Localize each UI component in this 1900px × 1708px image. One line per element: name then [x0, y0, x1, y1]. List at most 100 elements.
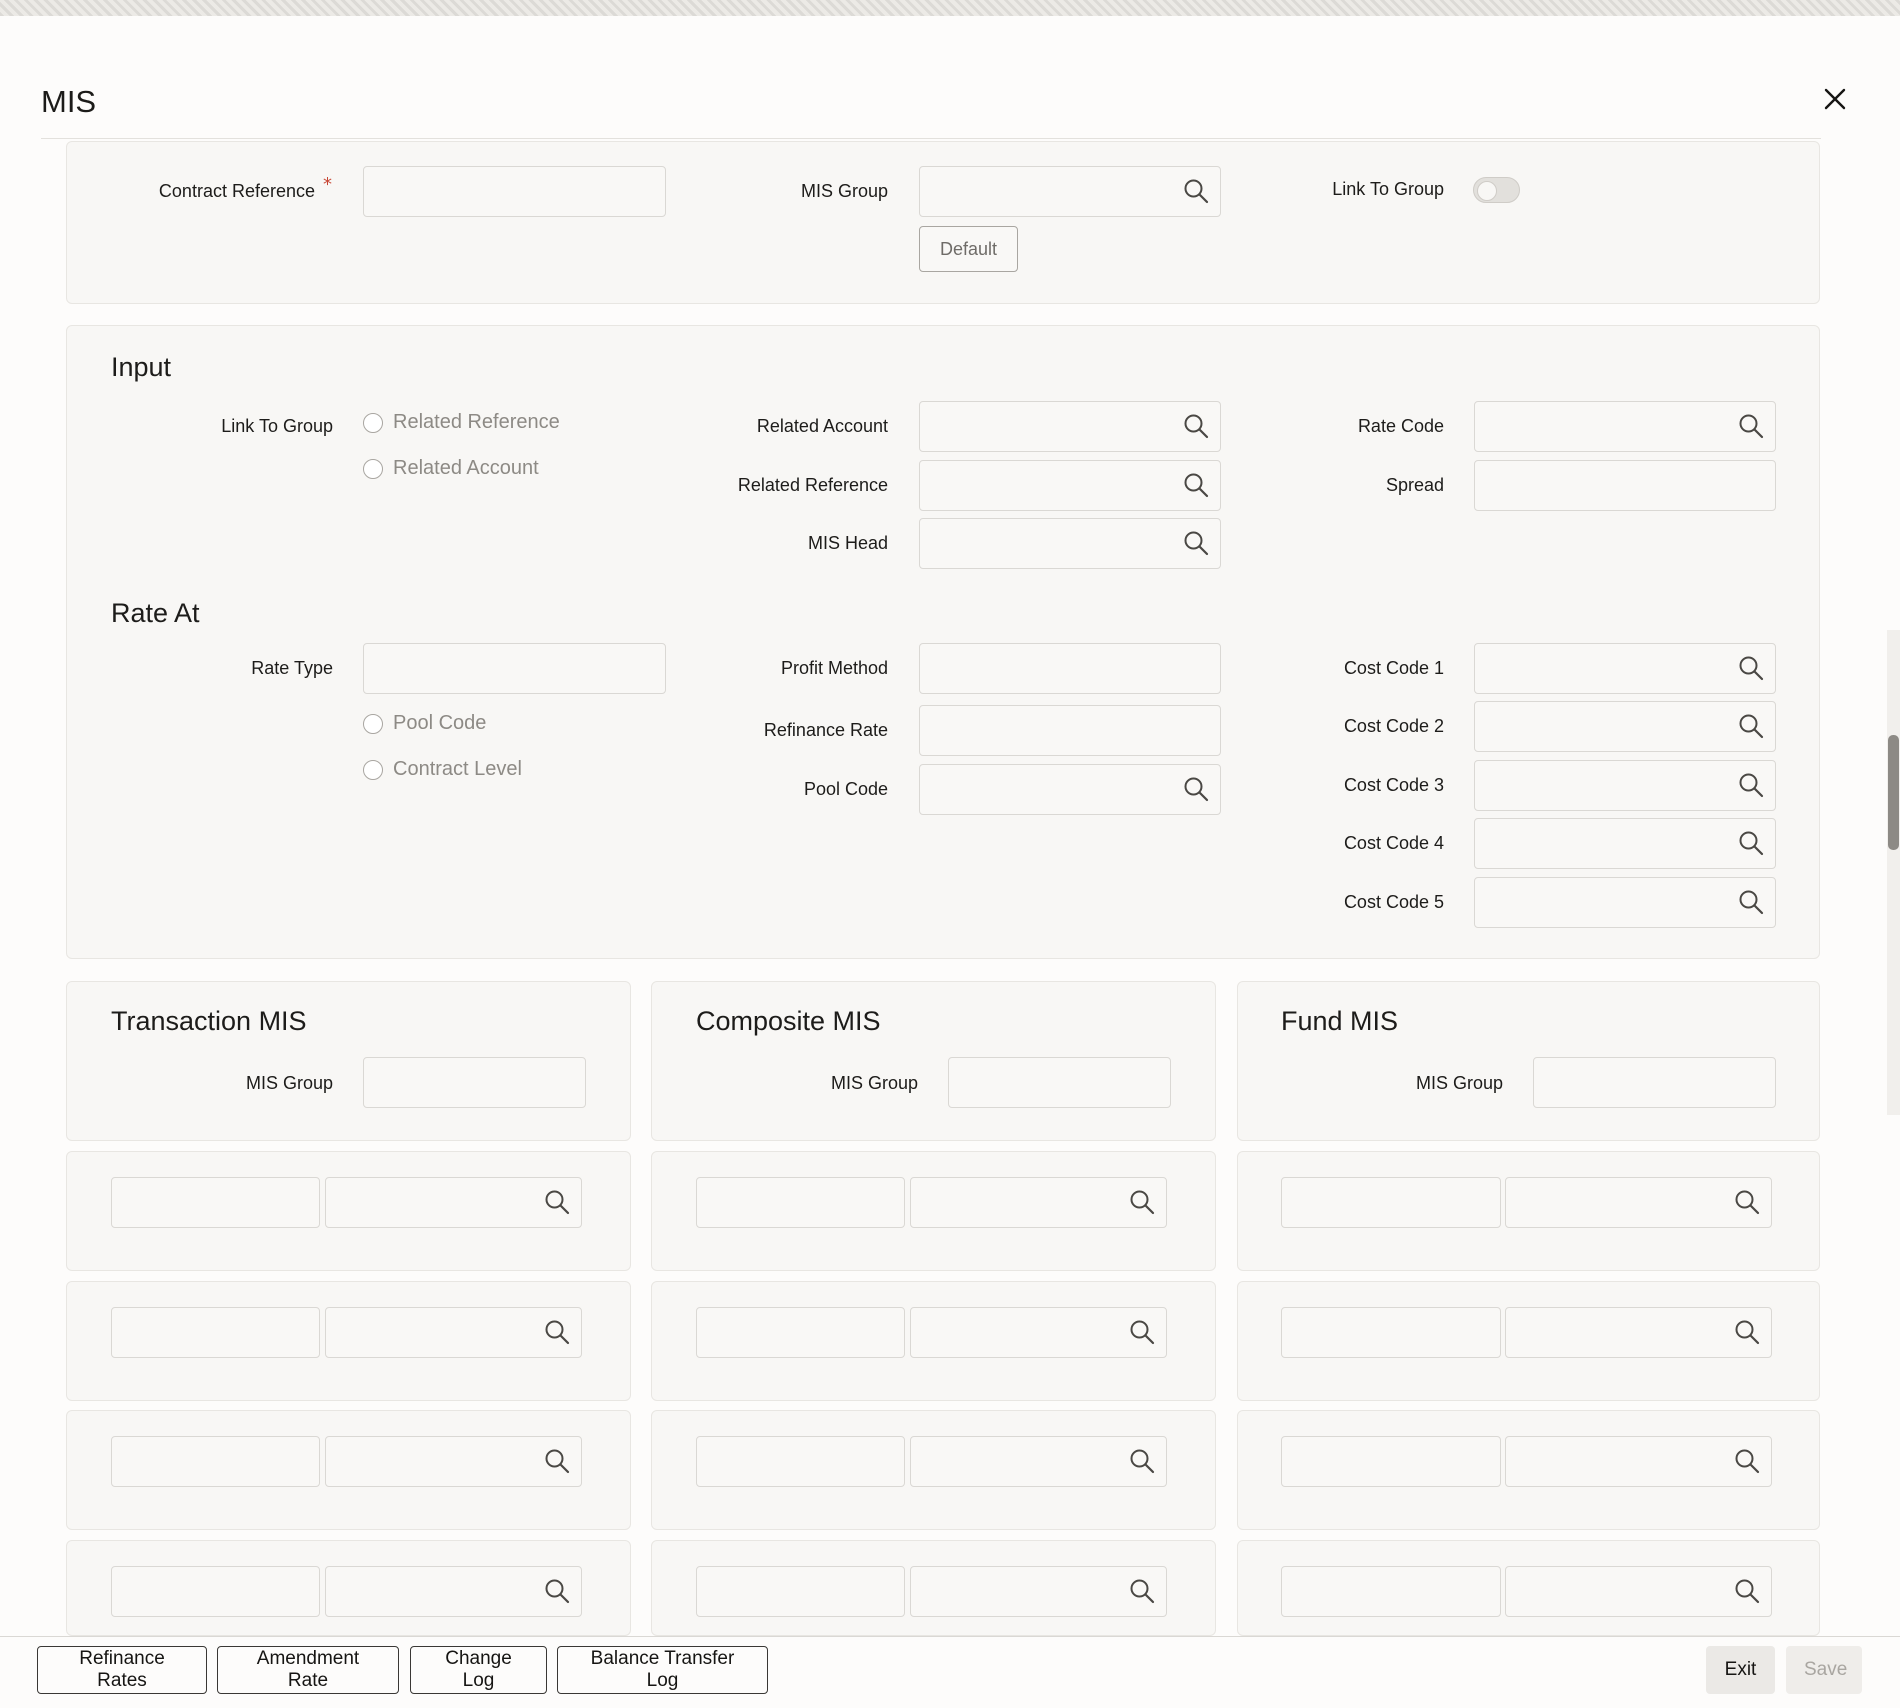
radio-pool-code[interactable]: Pool Code: [363, 712, 486, 735]
amendment-rate-button[interactable]: Amendment Rate: [217, 1646, 399, 1694]
mis-head-input[interactable]: [919, 518, 1221, 569]
mis-code-value-input[interactable]: [1505, 1307, 1772, 1358]
cost-code-2-label: Cost Code 2: [1343, 716, 1444, 736]
fund-mis-group-input[interactable]: [1533, 1057, 1776, 1108]
scrollbar-track[interactable]: [1887, 630, 1900, 1115]
required-marker: *: [323, 174, 332, 195]
cost-code-5-label: Cost Code 5: [1343, 892, 1444, 912]
cost-code-4-label: Cost Code 4: [1343, 833, 1444, 853]
default-button[interactable]: Default: [919, 226, 1018, 272]
contract-reference-label: Contract Reference: [158, 181, 315, 201]
search-icon[interactable]: [544, 1319, 570, 1345]
radio-label: Contract Level: [393, 758, 522, 780]
search-icon[interactable]: [1734, 1578, 1760, 1604]
search-icon[interactable]: [1129, 1448, 1155, 1474]
search-icon[interactable]: [1183, 530, 1209, 556]
search-icon[interactable]: [1183, 178, 1209, 204]
rate-code-label: Rate Code: [1357, 416, 1444, 436]
search-icon[interactable]: [1738, 772, 1764, 798]
search-icon[interactable]: [1738, 655, 1764, 681]
fund-mis-group-label: MIS Group: [1415, 1073, 1503, 1093]
search-icon[interactable]: [1183, 472, 1209, 498]
search-icon[interactable]: [1738, 830, 1764, 856]
profit-method-input[interactable]: [919, 643, 1221, 694]
fund-mis-title: Fund MIS: [1281, 1006, 1399, 1036]
close-icon[interactable]: [1822, 86, 1848, 112]
radio-label: Pool Code: [393, 712, 487, 734]
save-button[interactable]: Save: [1786, 1646, 1862, 1694]
input-section-title: Input: [111, 352, 172, 382]
mis-code-class-input[interactable]: [696, 1566, 905, 1617]
pool-code-input[interactable]: [919, 764, 1221, 815]
mis-code-value-input[interactable]: [1505, 1177, 1772, 1228]
change-log-button[interactable]: Change Log: [410, 1646, 547, 1694]
search-icon[interactable]: [544, 1578, 570, 1604]
mis-code-class-input[interactable]: [111, 1307, 320, 1358]
mis-code-class-input[interactable]: [1281, 1177, 1501, 1228]
mis-code-class-input[interactable]: [696, 1307, 905, 1358]
search-icon[interactable]: [1183, 776, 1209, 802]
radio-dot: [363, 458, 383, 479]
radio-related-reference[interactable]: Related Reference: [363, 411, 560, 434]
composite-mis-title: Composite MIS: [696, 1006, 881, 1036]
search-icon[interactable]: [1734, 1319, 1760, 1345]
balance-transfer-log-button[interactable]: Balance Transfer Log: [557, 1646, 768, 1694]
mis-code-class-input[interactable]: [1281, 1307, 1501, 1358]
mis-group-input[interactable]: [919, 166, 1221, 217]
refinance-rates-button[interactable]: Refinance Rates: [37, 1646, 207, 1694]
search-icon[interactable]: [1738, 889, 1764, 915]
mis-code-value-input[interactable]: [1505, 1566, 1772, 1617]
refinance-rate-label: Refinance Rate: [763, 720, 888, 740]
exit-button[interactable]: Exit: [1706, 1646, 1775, 1694]
mis-code-class-input[interactable]: [696, 1436, 905, 1487]
cost-code-4-input[interactable]: [1474, 818, 1776, 869]
profit-method-label: Profit Method: [780, 658, 888, 678]
link-to-group-toggle[interactable]: [1473, 177, 1520, 203]
mis-head-label: MIS Head: [807, 533, 888, 553]
transaction-mis-title: Transaction MIS: [111, 1006, 307, 1036]
refinance-rate-input[interactable]: [919, 705, 1221, 756]
mis-code-class-input[interactable]: [111, 1566, 320, 1617]
spread-input[interactable]: [1474, 460, 1776, 511]
search-icon[interactable]: [1129, 1189, 1155, 1215]
search-icon[interactable]: [544, 1189, 570, 1215]
composite-mis-group-label: MIS Group: [830, 1073, 918, 1093]
transaction-mis-group-input[interactable]: [363, 1057, 586, 1108]
related-account-input[interactable]: [919, 401, 1221, 452]
cost-code-1-label: Cost Code 1: [1343, 658, 1444, 678]
mis-code-class-input[interactable]: [111, 1177, 320, 1228]
contract-reference-input[interactable]: [363, 166, 666, 217]
rate-code-input[interactable]: [1474, 401, 1776, 452]
search-icon[interactable]: [1738, 413, 1764, 439]
cost-code-1-input[interactable]: [1474, 643, 1776, 694]
mis-code-class-input[interactable]: [1281, 1436, 1501, 1487]
composite-mis-group-input[interactable]: [948, 1057, 1171, 1108]
related-account-label: Related Account: [756, 416, 888, 436]
rate-type-input[interactable]: [363, 643, 666, 694]
cost-code-5-input[interactable]: [1474, 877, 1776, 928]
related-reference-label: Related Reference: [737, 475, 888, 495]
mis-code-class-input[interactable]: [1281, 1566, 1501, 1617]
mis-code-class-input[interactable]: [696, 1177, 905, 1228]
mis-code-value-input[interactable]: [1505, 1436, 1772, 1487]
search-icon[interactable]: [1183, 413, 1209, 439]
cost-code-2-input[interactable]: [1474, 701, 1776, 752]
radio-contract-level[interactable]: Contract Level: [363, 758, 522, 781]
link-to-group-label: Link To Group: [1332, 179, 1444, 199]
search-icon[interactable]: [1129, 1578, 1155, 1604]
radio-label: Related Reference: [393, 411, 560, 433]
scrollbar-thumb[interactable]: [1888, 735, 1899, 850]
mis-group-label: MIS Group: [800, 181, 888, 201]
cost-code-3-label: Cost Code 3: [1343, 775, 1444, 795]
radio-related-account[interactable]: Related Account: [363, 457, 539, 480]
mis-code-class-input[interactable]: [111, 1436, 320, 1487]
search-icon[interactable]: [1734, 1189, 1760, 1215]
cost-code-3-input[interactable]: [1474, 760, 1776, 811]
related-reference-input[interactable]: [919, 460, 1221, 511]
radio-label: Related Account: [393, 457, 539, 479]
search-icon[interactable]: [544, 1448, 570, 1474]
search-icon[interactable]: [1129, 1319, 1155, 1345]
search-icon[interactable]: [1734, 1448, 1760, 1474]
background-strip: [0, 0, 1900, 16]
search-icon[interactable]: [1738, 713, 1764, 739]
